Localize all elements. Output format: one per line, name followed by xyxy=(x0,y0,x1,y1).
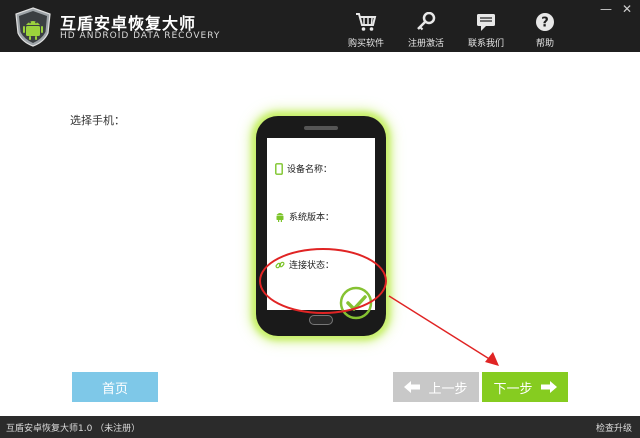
phone-home-button xyxy=(309,315,333,325)
close-button[interactable]: ✕ xyxy=(622,2,632,16)
contact-us-button[interactable]: 联系我们 xyxy=(456,12,516,49)
chat-icon xyxy=(477,14,495,31)
system-version-row: 系统版本： xyxy=(275,210,334,223)
status-bar: 互盾安卓恢复大师1.0 （未注册） 检查升级 xyxy=(0,416,640,438)
key-icon xyxy=(417,12,436,31)
version-status-text: 互盾安卓恢复大师1.0 （未注册） xyxy=(6,424,141,434)
phone-speaker xyxy=(304,126,338,130)
previous-step-label: 上一步 xyxy=(428,381,468,397)
help-button[interactable]: ? 帮助 xyxy=(515,12,575,49)
arrow-left-icon xyxy=(404,381,421,393)
system-version-label: 系统版本： xyxy=(289,213,335,223)
arrow-right-icon xyxy=(540,381,557,393)
buy-software-button[interactable]: 购买软件 xyxy=(336,12,396,49)
select-phone-label: 选择手机： xyxy=(70,114,125,127)
register-activate-button[interactable]: 注册激活 xyxy=(396,12,456,49)
check-update-link[interactable]: 检查升级 xyxy=(596,421,632,434)
highlight-ellipse xyxy=(259,248,387,314)
android-icon xyxy=(276,213,284,222)
svg-text:?: ? xyxy=(541,16,549,31)
home-button-label: 首页 xyxy=(101,381,128,397)
window-controls: — ✕ xyxy=(600,2,632,16)
help-label: 帮助 xyxy=(535,39,554,49)
previous-step-button[interactable]: 上一步 xyxy=(393,372,479,402)
app-subtitle: HD ANDROID DATA RECOVERY xyxy=(60,31,221,41)
android-shield-logo-icon xyxy=(15,7,51,47)
register-activate-label: 注册激活 xyxy=(407,39,444,49)
device-name-label: 设备名称： xyxy=(287,165,333,175)
buy-software-label: 购买软件 xyxy=(347,39,384,49)
help-icon: ? xyxy=(536,13,554,31)
next-step-label: 下一步 xyxy=(493,381,533,397)
phone-icon xyxy=(275,162,283,175)
next-step-button[interactable]: 下一步 xyxy=(482,372,568,402)
home-button[interactable]: 首页 xyxy=(72,372,158,402)
device-name-row: 设备名称： xyxy=(275,162,332,175)
contact-us-label: 联系我们 xyxy=(467,39,504,49)
cart-icon xyxy=(356,13,377,31)
annotation-arrow xyxy=(388,295,499,366)
title-bar: 互盾安卓恢复大师 HD ANDROID DATA RECOVERY 购买软件 注… xyxy=(0,0,640,52)
minimize-button[interactable]: — xyxy=(600,2,612,16)
